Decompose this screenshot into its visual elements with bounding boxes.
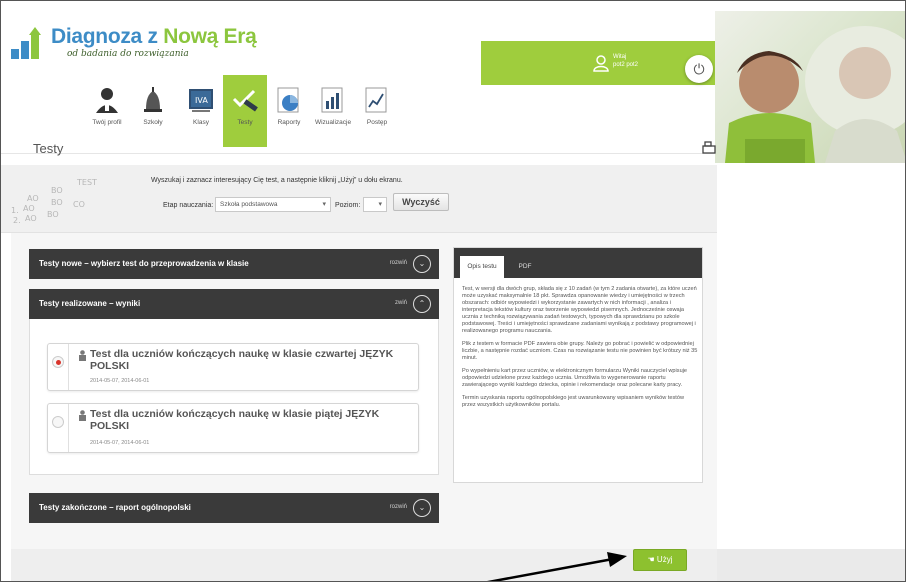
radio-selected[interactable] <box>52 356 64 368</box>
user-greeting[interactable]: Witaj pot2 pot2 <box>613 53 638 69</box>
test-sheet-illustration: 1. AO 2. AO AO BO BOTEST BOCO <box>11 178 97 225</box>
svg-text:BO: BO <box>47 210 59 219</box>
section-new-tests[interactable]: Testy nowe – wybierz test do przeprowadz… <box>29 249 439 279</box>
test-title: Test dla uczniów kończących naukę w klas… <box>90 408 380 432</box>
user-outline-icon <box>593 55 609 72</box>
poziom-select[interactable]: ▾ <box>363 197 387 212</box>
etap-select[interactable]: Szkoła podstawowa ▾ <box>215 197 331 212</box>
svg-text:2.: 2. <box>13 216 21 225</box>
chevron-down-icon: ▾ <box>378 201 382 208</box>
chevron-down-icon[interactable]: ⌄ <box>413 499 431 517</box>
nav-item-schools[interactable]: Szkoły <box>131 75 175 147</box>
description-tabs: Opis testu PDF <box>454 248 702 278</box>
radio-unselected[interactable] <box>52 416 64 428</box>
bell-icon <box>144 87 162 112</box>
instruction-text: Wyszukaj i zaznacz interesujący Cię test… <box>151 177 403 184</box>
poziom-label: Poziom: <box>335 202 361 209</box>
svg-text:BO: BO <box>51 198 63 207</box>
svg-text:CO: CO <box>73 200 85 209</box>
power-icon: ⏻ <box>693 60 705 77</box>
svg-text:1.: 1. <box>11 206 19 215</box>
children-photo-illustration <box>725 26 905 163</box>
tab-pdf[interactable]: PDF <box>510 256 540 278</box>
pencil-icon <box>232 89 258 112</box>
etap-label: Etap nauczania: <box>163 202 214 209</box>
nav-item-visualizations[interactable]: Wizualizacje <box>311 75 355 147</box>
line-chart-icon <box>365 87 387 113</box>
use-button[interactable]: ☚ Użyj <box>633 549 687 571</box>
search-panel: 1. AO 2. AO AO BO BO TEST BO CO <box>1 165 717 233</box>
user-icon <box>96 88 118 113</box>
nav-item-profile[interactable]: Twój profil <box>85 75 129 147</box>
bar-chart-icon <box>321 87 343 113</box>
app-window: Diagnoza z Nową Erą od badania do rozwią… <box>0 0 906 582</box>
header-photo <box>715 11 905 163</box>
svg-text:AO: AO <box>25 214 37 223</box>
logout-button[interactable]: ⏻ <box>685 55 713 83</box>
chevron-down-icon: ▾ <box>322 201 326 208</box>
print-icon[interactable] <box>701 141 719 155</box>
pie-chart-icon <box>277 87 299 113</box>
nav-divider <box>1 153 715 154</box>
footer-bar <box>11 549 717 581</box>
test-item[interactable]: Test dla uczniów kończących naukę w klas… <box>47 343 419 391</box>
test-item[interactable]: Test dla uczniów kończących naukę w klas… <box>47 403 419 453</box>
test-title: Test dla uczniów kończących naukę w klas… <box>90 348 394 372</box>
footer-right <box>717 549 905 581</box>
nav-item-classes[interactable]: IVA Klasy <box>179 75 223 147</box>
test-dates: 2014-05-07, 2014-06-01 <box>90 440 150 446</box>
logo[interactable]: Diagnoza z Nową Erą od badania do rozwią… <box>11 19 271 67</box>
svg-text:TEST: TEST <box>76 178 97 187</box>
section-finished-tests[interactable]: Testy zakończone – raport ogólnopolski r… <box>29 493 439 523</box>
clear-button[interactable]: Wyczyść <box>393 193 449 211</box>
nav-item-tests[interactable]: Testy <box>223 75 267 147</box>
hand-icon: ☚ <box>647 555 657 564</box>
tab-description[interactable]: Opis testu <box>460 256 504 278</box>
section-ongoing-tests[interactable]: Testy realizowane – wyniki zwiń ⌃ <box>29 289 439 319</box>
person-icon <box>79 350 86 361</box>
test-dates: 2014-05-07, 2014-06-01 <box>90 378 150 384</box>
chevron-up-icon[interactable]: ⌃ <box>413 295 431 313</box>
board-icon: IVA <box>189 89 213 112</box>
logo-subtitle: od badania do rozwiązania <box>67 49 189 59</box>
nav-item-reports[interactable]: Raporty <box>267 75 311 147</box>
page-title: Testy <box>33 141 64 156</box>
logo-title: Diagnoza z Nową Erą <box>51 25 257 48</box>
svg-text:AO: AO <box>27 194 39 203</box>
description-text: Test, w wersji dla dwóch grup, składa si… <box>462 286 698 408</box>
svg-text:IVA: IVA <box>195 96 208 105</box>
person-icon <box>79 410 86 421</box>
svg-text:BO: BO <box>51 186 63 195</box>
description-panel: Opis testu PDF Test, w wersji dla dwóch … <box>453 247 703 483</box>
logo-bars-icon <box>11 27 41 59</box>
svg-text:AO: AO <box>23 204 35 213</box>
nav-item-progress[interactable]: Postęp <box>355 75 399 147</box>
chevron-down-icon[interactable]: ⌄ <box>413 255 431 273</box>
